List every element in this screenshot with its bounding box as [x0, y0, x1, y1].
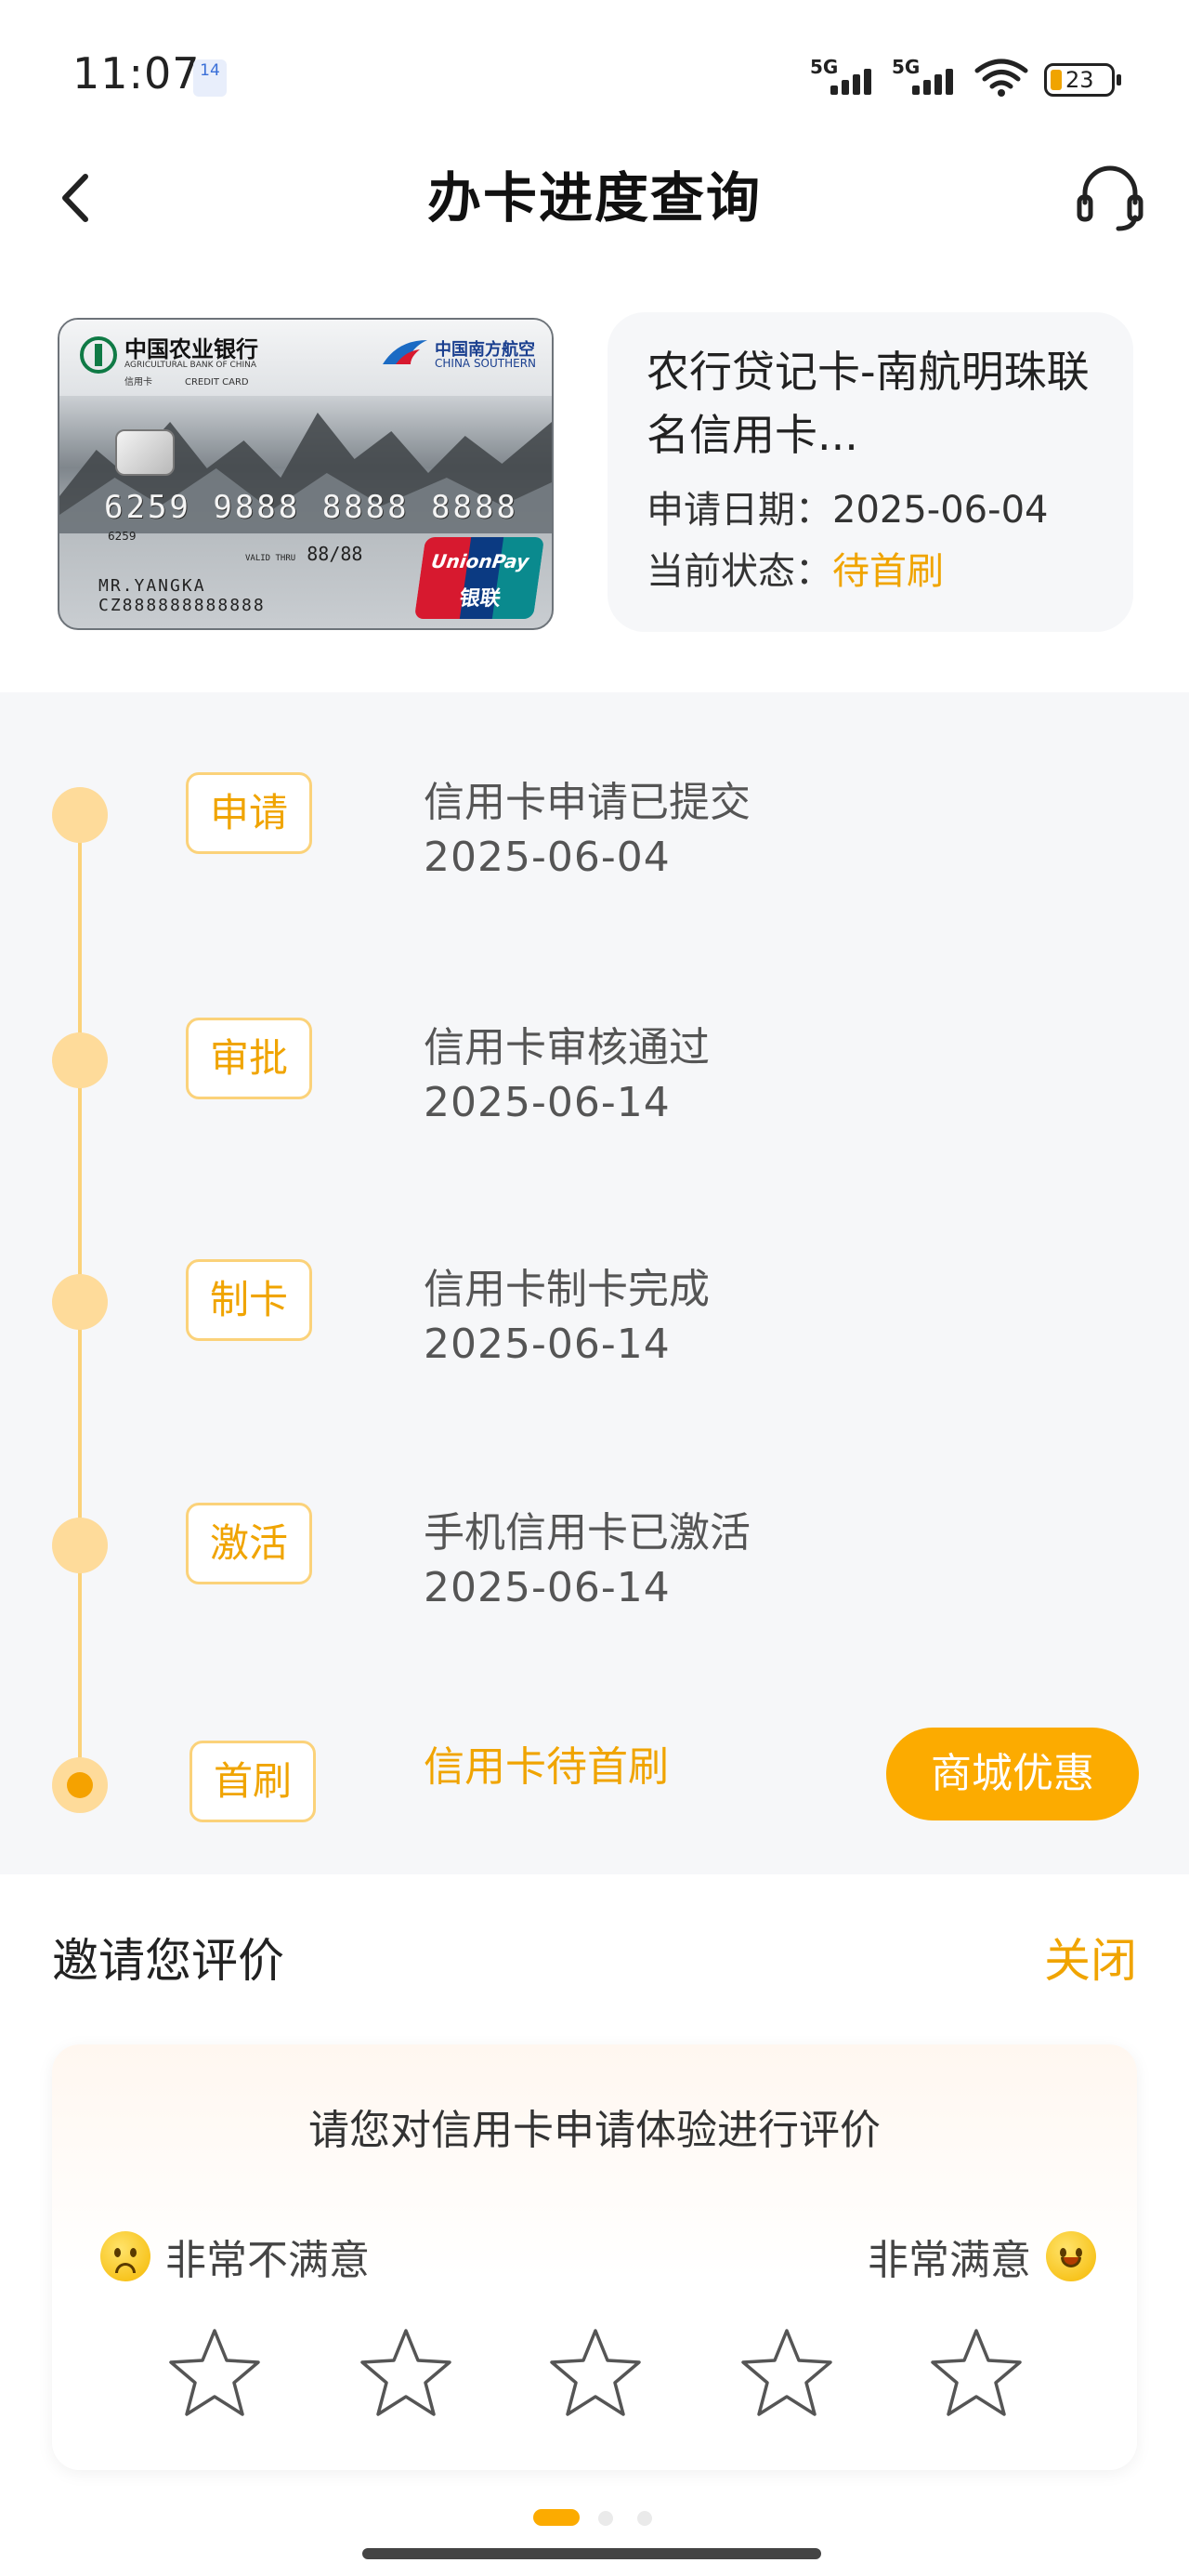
- star-3-icon[interactable]: [544, 2323, 647, 2425]
- calendar-day: 14: [200, 61, 220, 80]
- rating-header: 邀请您评价 关闭: [52, 1924, 1137, 1998]
- card-holder: MR.YANGKA CZ888888888888: [98, 576, 266, 615]
- step-title: 信用卡待首刷: [424, 1743, 669, 1791]
- timeline-dot: [52, 1274, 108, 1330]
- network-type-2: 5G: [892, 56, 921, 78]
- card-number-small: 6259: [108, 530, 137, 543]
- timeline-step-review: 审批 信用卡审核通过 2025-06-14: [0, 1018, 1189, 1138]
- step-tag: 首刷: [189, 1741, 316, 1822]
- step-tag: 制卡: [186, 1259, 312, 1341]
- step-title: 信用卡审核通过: [424, 1024, 710, 1071]
- page-title: 办卡进度查询: [426, 166, 762, 230]
- mall-offer-button[interactable]: 商城优惠: [886, 1728, 1139, 1820]
- timeline-step-apply: 申请 信用卡申请已提交 2025-06-04: [0, 772, 1189, 893]
- status-row: 当前状态：待首刷: [647, 550, 944, 593]
- network-type-1: 5G: [810, 56, 839, 78]
- unionpay-logo: UnionPay 银联: [413, 537, 545, 619]
- progress-timeline: 申请 信用卡申请已提交 2025-06-04 审批 信用卡审核通过 2025-0…: [0, 692, 1189, 1874]
- cellular-signal-icon-2: 5G: [892, 56, 962, 97]
- abc-logo-icon: [80, 336, 117, 374]
- star-4-icon[interactable]: [736, 2323, 838, 2425]
- scale-low-label: 非常不满意: [165, 2237, 370, 2284]
- airline-logo-icon: [383, 340, 427, 364]
- star-rating: [52, 2323, 1137, 2435]
- status-time: 11:07: [72, 48, 201, 99]
- card-info-box: 农行贷记卡-南航明珠联名信用卡... 申请日期：2025-06-04 当前状态：…: [608, 312, 1133, 632]
- star-5-icon[interactable]: [925, 2323, 1027, 2425]
- page-dot: [637, 2511, 652, 2526]
- step-date: 2025-06-04: [424, 834, 671, 881]
- apply-date-row: 申请日期：2025-06-04: [647, 489, 1049, 532]
- step-title: 信用卡申请已提交: [424, 779, 751, 826]
- timeline-dot-current: [52, 1757, 108, 1813]
- step-date: 2025-06-14: [424, 1079, 671, 1126]
- home-indicator[interactable]: [362, 2548, 821, 2559]
- card-product-name: 农行贷记卡-南航明珠联名信用卡...: [647, 347, 1090, 460]
- step-title: 手机信用卡已激活: [424, 1509, 751, 1557]
- status-bar: 11:07 14 5G 5G 23: [0, 0, 1189, 139]
- star-2-icon[interactable]: [355, 2323, 457, 2425]
- battery-level: 23: [1065, 67, 1094, 93]
- card-number: 6259 9888 8888 8888: [104, 489, 518, 526]
- battery-icon: 23: [1044, 63, 1121, 97]
- scale-high-label: 非常满意: [868, 2237, 1031, 2284]
- timeline-dot: [52, 1518, 108, 1573]
- bank-name: 中国农业银行: [124, 335, 258, 362]
- step-date: 2025-06-14: [424, 1564, 671, 1611]
- bank-name-en: AGRICULTURAL BANK OF CHINA: [124, 361, 257, 370]
- happy-face-icon: [1046, 2231, 1096, 2281]
- page-dot: [598, 2511, 613, 2526]
- step-tag: 申请: [186, 772, 312, 854]
- timeline-step-activate: 激活 手机信用卡已激活 2025-06-14: [0, 1503, 1189, 1623]
- rating-card: 请您对信用卡申请体验进行评价 非常不满意 非常满意: [52, 2044, 1137, 2470]
- step-date: 2025-06-14: [424, 1321, 671, 1368]
- scale-low: 非常不满意: [100, 2227, 370, 2286]
- timeline-step-first-swipe: 首刷 信用卡待首刷 商城优惠: [0, 1728, 1189, 1873]
- step-title: 信用卡制卡完成: [424, 1266, 710, 1313]
- status-value: 待首刷: [832, 550, 944, 593]
- airline-name-en: CHINA SOUTHERN: [435, 357, 537, 370]
- card-chip: [115, 429, 175, 476]
- calendar-icon: 14: [193, 59, 227, 97]
- header: 办卡进度查询: [0, 139, 1189, 260]
- page-dot-active: [533, 2509, 580, 2526]
- rating-title: 邀请您评价: [52, 1934, 284, 1988]
- card-valid: VALID THRU 88/88: [245, 543, 363, 565]
- scale-high: 非常满意: [868, 2227, 1096, 2286]
- close-button[interactable]: 关闭: [1044, 1924, 1137, 1991]
- sad-face-icon: [100, 2231, 150, 2281]
- timeline-step-make: 制卡 信用卡制卡完成 2025-06-14: [0, 1259, 1189, 1380]
- star-1-icon[interactable]: [163, 2323, 266, 2425]
- customer-service-headset-icon[interactable]: [1068, 156, 1152, 240]
- page-indicator: [0, 2509, 1189, 2528]
- apply-date: 2025-06-04: [832, 489, 1049, 532]
- rating-prompt: 请您对信用卡申请体验进行评价: [308, 2107, 881, 2154]
- cellular-signal-icon: 5G: [810, 56, 881, 97]
- step-tag: 激活: [186, 1503, 312, 1584]
- wifi-icon: [974, 59, 1028, 97]
- timeline-dot: [52, 787, 108, 843]
- timeline-dot: [52, 1032, 108, 1088]
- step-tag: 审批: [186, 1018, 312, 1099]
- credit-card-image: 中国农业银行 AGRICULTURAL BANK OF CHINA 信用卡 CR…: [58, 318, 554, 630]
